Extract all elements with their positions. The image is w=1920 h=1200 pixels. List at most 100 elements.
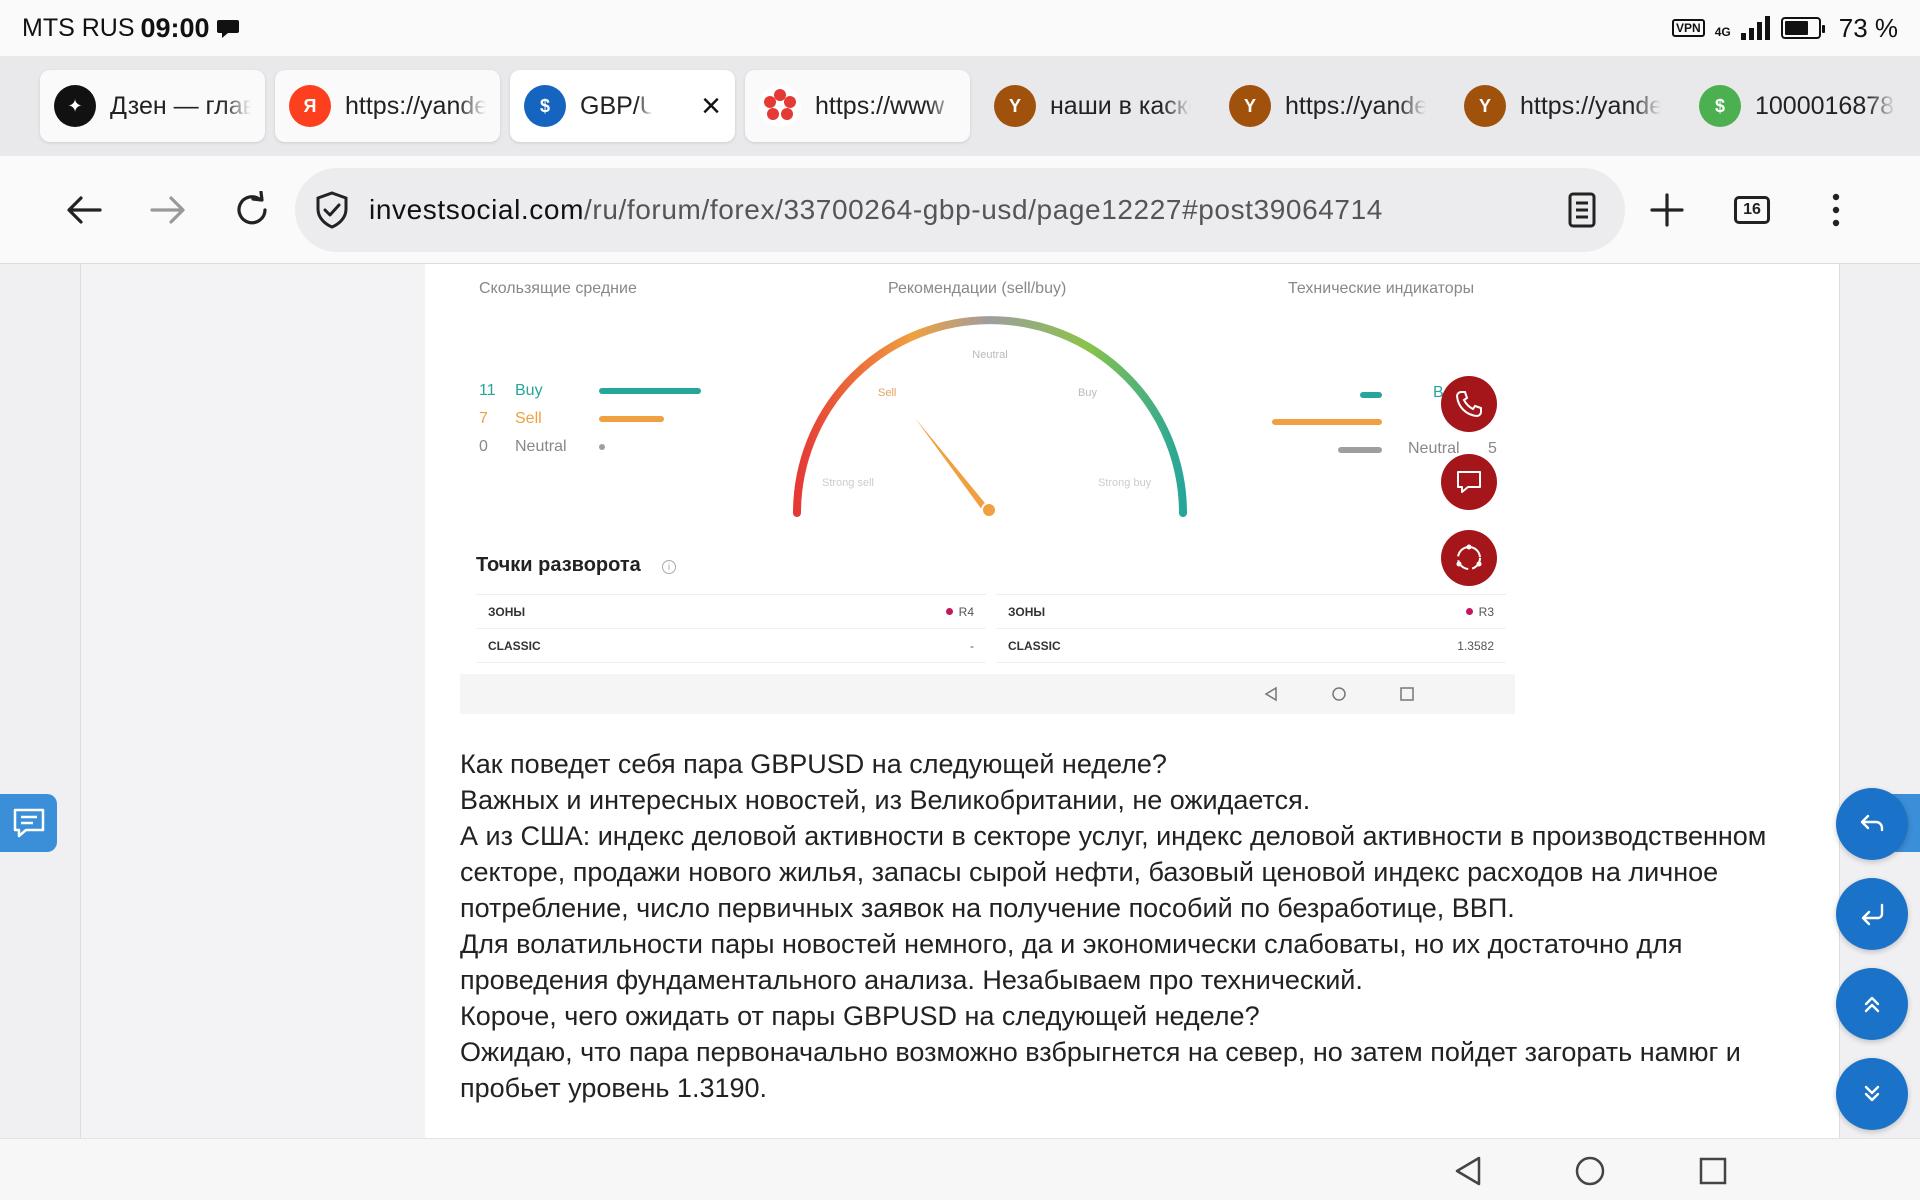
square-recents-icon bbox=[1400, 687, 1414, 701]
system-home-button[interactable] bbox=[1570, 1151, 1610, 1191]
pivot-table-right: ЗОНЫ R3 CLASSIC 1.3582 bbox=[996, 594, 1506, 666]
arrow-left-icon bbox=[67, 196, 102, 224]
scroll-bottom-button[interactable] bbox=[1836, 1058, 1908, 1130]
tab-gbp-usd[interactable]: $ GBP/USD × bbox=[510, 70, 735, 142]
ma-neutral-count: 0 bbox=[479, 438, 488, 455]
url-path: /ru/forum/forex/33700264-gbp-usd/page122… bbox=[584, 194, 1383, 225]
ma-buy-count: 11 bbox=[479, 382, 496, 399]
reload-button[interactable] bbox=[210, 168, 294, 252]
zone-dot bbox=[1465, 608, 1473, 615]
tab-label: https://yandex bbox=[1520, 91, 1661, 120]
quick-reply-button[interactable] bbox=[1836, 878, 1908, 950]
clock: 09:00 bbox=[140, 12, 210, 43]
ma-sell-label: Sell bbox=[515, 410, 542, 427]
zone-value: R4 bbox=[945, 604, 974, 619]
info-icon: i bbox=[662, 560, 676, 574]
tab-strip: ✦ Дзен — главная Я https://yandex $ GBP/… bbox=[0, 56, 1920, 156]
new-tab-button[interactable] bbox=[1625, 168, 1709, 252]
ma-buy-label: Buy bbox=[515, 382, 543, 399]
post-paragraph: Ожидаю, что пара первоначально возможно … bbox=[460, 1037, 1741, 1103]
url-text[interactable]: investsocial.com/ru/forum/forex/33700264… bbox=[369, 194, 1383, 226]
ma-neutral-dot bbox=[599, 444, 605, 450]
ma-row-neutral: 0 Neutral bbox=[479, 438, 605, 456]
url-host: investsocial.com bbox=[369, 194, 585, 225]
tab-yandex[interactable]: Я https://yandex bbox=[275, 70, 500, 142]
forward-button[interactable] bbox=[126, 168, 210, 252]
tab-label: наши в каске bbox=[1050, 91, 1191, 120]
yandex-icon: Я bbox=[289, 85, 331, 127]
tab-label: https://www bbox=[815, 91, 945, 120]
phone-icon bbox=[1455, 391, 1482, 418]
battery-percent: 73 % bbox=[1838, 12, 1898, 43]
triangle-back-icon bbox=[1455, 1156, 1481, 1186]
tab-metatrader[interactable]: $ 1000016878 bbox=[1685, 70, 1910, 142]
scroll-top-button[interactable] bbox=[1836, 968, 1908, 1040]
post-paragraph: Важных и интересных новостей, из Великоб… bbox=[460, 785, 1311, 815]
system-back-button[interactable] bbox=[1448, 1151, 1488, 1191]
ti-neutral-bar bbox=[1338, 447, 1382, 453]
ma-row-sell: 7 Sell bbox=[479, 410, 664, 428]
reply-icon bbox=[1860, 814, 1884, 832]
post-paragraph: Короче, чего ожидать от пары GBPUSD на с… bbox=[460, 1001, 1260, 1031]
browser-toolbar: investsocial.com/ru/forum/forex/33700264… bbox=[0, 156, 1920, 264]
investsocial-icon: $ bbox=[524, 85, 566, 127]
y-icon: Y bbox=[1464, 85, 1506, 127]
ti-neutral-count: 5 bbox=[1488, 440, 1497, 457]
classic-value: 1.3582 bbox=[1457, 638, 1494, 653]
double-chevron-down-icon bbox=[1864, 1085, 1880, 1102]
ma-sell-bar bbox=[599, 416, 664, 422]
pivot-right-zone-row: ЗОНЫ R3 bbox=[996, 595, 1506, 629]
share-button[interactable] bbox=[1441, 530, 1497, 586]
zone-value-text: R3 bbox=[1478, 604, 1494, 619]
classic-value: - bbox=[970, 638, 974, 653]
more-vertical-icon bbox=[1832, 193, 1840, 227]
gauge-label-strong-buy: Strong buy bbox=[1098, 477, 1152, 489]
red-flower-icon bbox=[759, 85, 801, 127]
tab-dzen[interactable]: ✦ Дзен — главная bbox=[40, 70, 265, 142]
pivot-points-title: Точки разворота bbox=[476, 554, 641, 576]
back-button[interactable] bbox=[42, 168, 126, 252]
zone-value-text: R4 bbox=[958, 604, 974, 619]
tab-yandex-3[interactable]: Y https://yandex bbox=[1450, 70, 1675, 142]
ma-sell-count: 7 bbox=[479, 410, 488, 427]
shield-check-icon[interactable] bbox=[315, 191, 349, 229]
web-content: Скользящие средние Рекомендации (sell/bu… bbox=[0, 264, 1920, 1138]
ti-neutral-label: Neutral bbox=[1408, 440, 1460, 457]
ma-row-buy: 11 Buy bbox=[479, 382, 701, 400]
arrow-right-icon bbox=[150, 196, 185, 224]
network-type: 4G bbox=[1714, 24, 1731, 39]
classic-label: CLASSIC bbox=[488, 638, 541, 653]
tab-nashi[interactable]: Y наши в каске bbox=[980, 70, 1205, 142]
ti-sell-bar bbox=[1272, 419, 1382, 425]
post-body: Как поведет себя пара GBPUSD на следующе… bbox=[460, 746, 1800, 1106]
system-nav-bar bbox=[0, 1138, 1920, 1200]
tab-count: 16 bbox=[1743, 201, 1761, 218]
classic-label: CLASSIC bbox=[1008, 638, 1061, 653]
embedded-screenshot: Скользящие средние Рекомендации (sell/bu… bbox=[460, 264, 1650, 714]
reader-mode-icon[interactable] bbox=[1567, 192, 1597, 228]
chat-notification-icon bbox=[216, 20, 239, 38]
post-paragraph: А из США: индекс деловой активности в се… bbox=[460, 821, 1767, 923]
carrier-label: MTS RUS bbox=[22, 13, 135, 42]
battery-icon bbox=[1780, 17, 1825, 39]
reload-icon bbox=[237, 191, 267, 225]
tab-yandex-2[interactable]: Y https://yandex bbox=[1215, 70, 1440, 142]
address-bar[interactable]: investsocial.com/ru/forum/forex/33700264… bbox=[295, 168, 1625, 252]
comments-side-button[interactable] bbox=[0, 794, 57, 852]
zone-dot bbox=[945, 608, 953, 615]
tab-www[interactable]: https://www bbox=[745, 70, 970, 142]
tab-switcher-button[interactable]: 16 bbox=[1710, 168, 1794, 252]
zone-label: ЗОНЫ bbox=[1008, 604, 1046, 619]
call-button[interactable] bbox=[1441, 376, 1497, 432]
system-recents-button[interactable] bbox=[1693, 1151, 1733, 1191]
plus-icon bbox=[1650, 193, 1684, 227]
vpn-badge: VPN bbox=[1672, 19, 1705, 37]
menu-button[interactable] bbox=[1794, 168, 1878, 252]
gauge-label-neutral: Neutral bbox=[972, 349, 1007, 361]
share-circle-icon bbox=[1456, 544, 1482, 570]
reply-button[interactable] bbox=[1836, 788, 1908, 860]
tab-label: 1000016878 bbox=[1755, 91, 1895, 120]
chat-button[interactable] bbox=[1441, 454, 1497, 510]
signal-icon bbox=[1740, 16, 1770, 40]
close-icon[interactable]: × bbox=[701, 87, 721, 126]
